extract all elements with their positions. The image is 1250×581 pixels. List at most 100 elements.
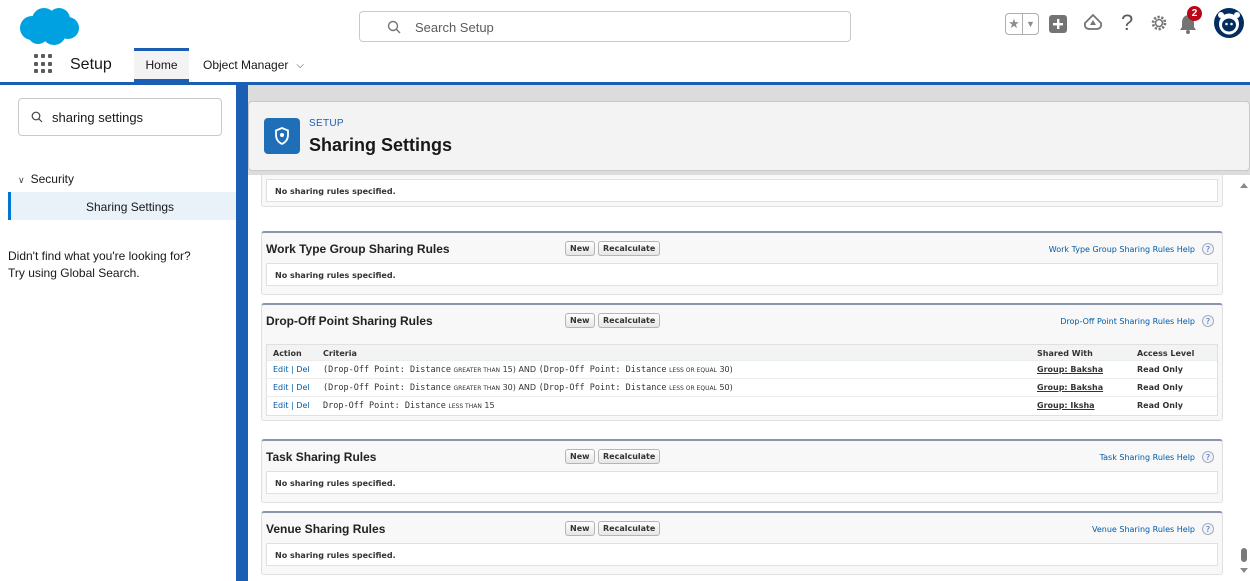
tab-home[interactable]: Home	[134, 48, 189, 82]
prev-sharing-rules-block: No sharing rules specified.	[261, 175, 1223, 207]
new-button[interactable]: New	[565, 449, 595, 464]
help-icon: ?	[1202, 451, 1214, 463]
user-avatar[interactable]	[1214, 8, 1244, 38]
no-rules-text: No sharing rules specified.	[266, 263, 1218, 286]
section-title: Task Sharing Rules	[266, 450, 377, 464]
global-header: Search Setup ★ ▼ ? 2	[0, 0, 1250, 48]
recalculate-button[interactable]: Recalculate	[598, 313, 661, 328]
delete-link[interactable]: Del	[296, 401, 309, 410]
shared-with-link[interactable]: Group: Baksha	[1037, 365, 1103, 374]
delete-link[interactable]: Del	[296, 365, 309, 374]
help-icon[interactable]: ?	[1121, 10, 1133, 36]
table-header-row: Action Criteria Shared With Access Level	[267, 345, 1217, 361]
help-link-label: Task Sharing Rules Help	[1099, 452, 1195, 462]
sidebar-help-line1: Didn't find what you're looking for?	[8, 249, 191, 263]
access-level: Read Only	[1137, 383, 1183, 392]
help-link-label: Drop-Off Point Sharing Rules Help	[1060, 316, 1195, 326]
app-name: Setup	[70, 56, 112, 73]
criteria-operator: GREATER THAN	[453, 367, 501, 374]
no-rules-text: No sharing rules specified.	[266, 543, 1218, 566]
criteria-value: 15	[484, 401, 495, 410]
sharing-rules-frame: No sharing rules specified. Work Type Gr…	[248, 175, 1238, 581]
help-icon: ?	[1202, 523, 1214, 535]
tree-item-sharing-settings[interactable]: Sharing Settings	[8, 192, 236, 220]
task-sharing-rules: Task Sharing Rules New Recalculate Task …	[261, 439, 1223, 503]
chevron-down-icon[interactable]: ⌵	[296, 60, 304, 71]
recalculate-button[interactable]: Recalculate	[598, 521, 661, 536]
edit-link[interactable]: Edit	[273, 401, 289, 410]
recalculate-button[interactable]: Recalculate	[598, 449, 661, 464]
section-help-link[interactable]: Venue Sharing Rules Help?	[1092, 523, 1214, 535]
section-help-link[interactable]: Task Sharing Rules Help?	[1100, 451, 1214, 463]
edit-link[interactable]: Edit	[273, 383, 289, 392]
scroll-down-arrow-icon[interactable]	[1240, 568, 1248, 573]
criteria-value: 30)	[719, 365, 733, 374]
shared-with-link[interactable]: Group: Baksha	[1037, 383, 1103, 392]
criteria-cell: (Drop-Off Point: Distance GREATER THAN 3…	[323, 383, 733, 393]
row-actions: Edit | Del	[273, 401, 310, 410]
criteria-field: (Drop-Off Point: Distance	[538, 365, 667, 375]
criteria-value: 15) AND	[502, 365, 537, 374]
edit-link[interactable]: Edit	[273, 365, 289, 374]
table-row: Edit | Del (Drop-Off Point: Distance GRE…	[267, 361, 1217, 379]
section-help-link[interactable]: Work Type Group Sharing Rules Help?	[1049, 243, 1214, 255]
no-rules-text: No sharing rules specified.	[266, 179, 1218, 202]
criteria-field: Drop-Off Point: Distance	[323, 401, 446, 411]
action-separator: |	[291, 365, 294, 374]
scrollbar-thumb[interactable]	[1241, 548, 1247, 562]
gear-icon[interactable]	[1149, 13, 1169, 33]
action-separator: |	[291, 401, 294, 410]
search-placeholder: Search Setup	[415, 20, 494, 35]
sidebar-help-text: Didn't find what you're looking for? Try…	[8, 248, 232, 282]
recalculate-button[interactable]: Recalculate	[598, 241, 661, 256]
new-button[interactable]: New	[565, 241, 595, 256]
section-help-link[interactable]: Drop-Off Point Sharing Rules Help?	[1060, 315, 1214, 327]
app-nav-bar: Setup Home Object Manager ⌵	[0, 48, 1250, 85]
content-scrollbar[interactable]	[1238, 175, 1250, 581]
shield-icon	[264, 118, 300, 154]
new-button[interactable]: New	[565, 521, 595, 536]
shared-with-link[interactable]: Group: Iksha	[1037, 401, 1095, 410]
main-inner: SETUP Sharing Settings No sharing rules …	[248, 85, 1250, 581]
tree-item-label: Sharing Settings	[86, 200, 175, 214]
favorites-dropdown-icon[interactable]: ▼	[1021, 14, 1038, 34]
column-header: Criteria	[323, 349, 357, 358]
scroll-up-arrow-icon[interactable]	[1240, 183, 1248, 188]
criteria-value: 30) AND	[502, 383, 537, 392]
row-actions: Edit | Del	[273, 383, 310, 392]
salesforce-cloud-logo[interactable]	[18, 6, 80, 46]
new-button[interactable]: New	[565, 313, 595, 328]
quick-find-input[interactable]: sharing settings	[18, 98, 222, 136]
global-search-bar[interactable]: Search Setup	[359, 11, 851, 42]
page-header: SETUP Sharing Settings	[248, 101, 1250, 171]
help-link-label: Venue Sharing Rules Help	[1092, 524, 1195, 534]
global-actions-icon[interactable]	[1048, 14, 1068, 34]
astro-avatar-icon	[1218, 12, 1240, 35]
criteria-field: (Drop-Off Point: Distance	[323, 383, 451, 393]
tree-section-label: Security	[30, 172, 74, 186]
help-icon: ?	[1202, 243, 1214, 255]
star-icon[interactable]: ★	[1006, 14, 1022, 34]
notification-count-badge: 2	[1187, 6, 1202, 21]
criteria-field: (Drop-Off Point: Distance	[538, 383, 667, 393]
column-header: Access Level	[1137, 349, 1195, 358]
tree-section-security[interactable]: ∨ Security	[18, 172, 74, 186]
tab-object-manager-label: Object Manager	[203, 58, 289, 72]
rules-table: Action Criteria Shared With Access Level…	[266, 344, 1218, 416]
action-separator: |	[291, 383, 294, 392]
venue-sharing-rules: Venue Sharing Rules New Recalculate Venu…	[261, 511, 1223, 575]
help-link-label: Work Type Group Sharing Rules Help	[1048, 244, 1195, 254]
tab-object-manager[interactable]: Object Manager ⌵	[193, 48, 314, 82]
favorites-control[interactable]: ★ ▼	[1005, 13, 1039, 35]
trailhead-guidance-icon[interactable]	[1082, 13, 1104, 33]
access-level: Read Only	[1137, 401, 1183, 410]
app-launcher-icon[interactable]	[34, 54, 54, 74]
no-rules-text: No sharing rules specified.	[266, 471, 1218, 494]
chevron-down-icon[interactable]: ∨	[18, 175, 25, 185]
setup-sidebar: sharing settings ∨ Security Sharing Setti…	[0, 85, 236, 581]
delete-link[interactable]: Del	[296, 383, 309, 392]
sidebar-help-line2: Try using Global Search.	[8, 266, 140, 280]
section-title: Work Type Group Sharing Rules	[266, 242, 450, 256]
search-icon	[387, 20, 401, 34]
tab-home-label: Home	[145, 58, 178, 72]
